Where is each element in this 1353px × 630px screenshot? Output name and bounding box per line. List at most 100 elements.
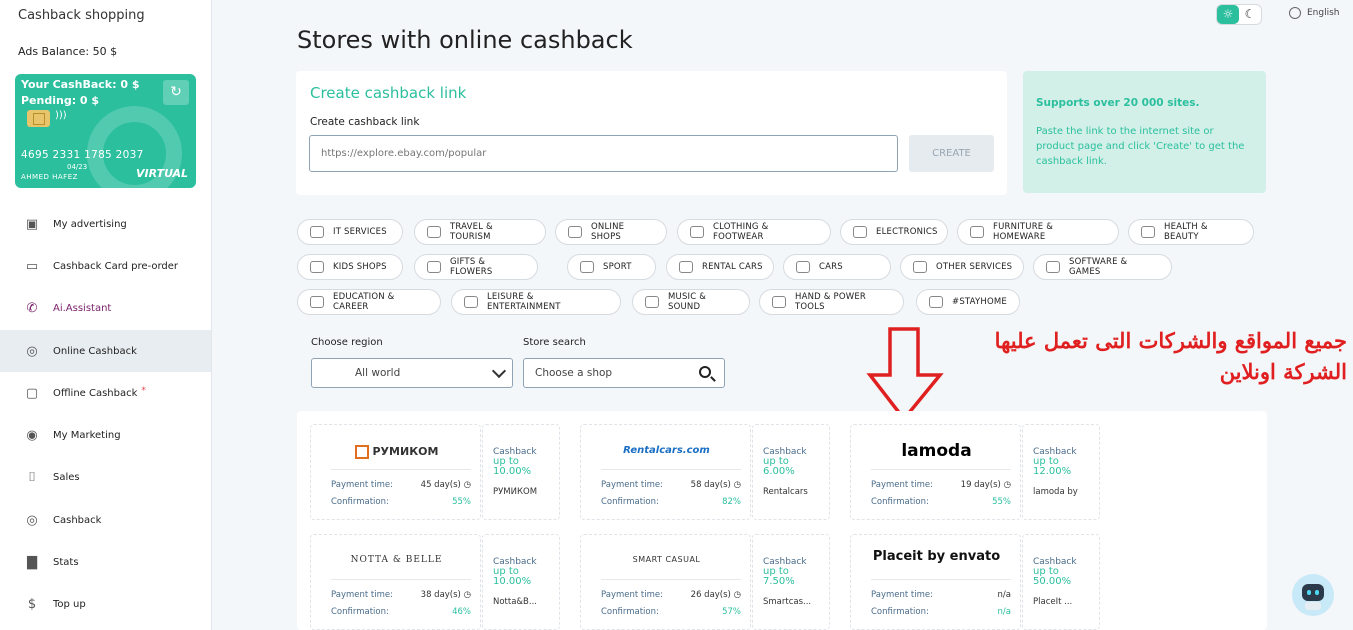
store-name: PlaceIt ... xyxy=(1033,597,1073,607)
category-electronics[interactable]: ELECTRONICS xyxy=(840,219,948,245)
payment-label: Payment time: xyxy=(331,590,393,600)
cashback-percent: 10.00% xyxy=(493,576,532,587)
sidebar-item-sales[interactable]: ⌷ Sales xyxy=(0,457,211,499)
sidebar-item-my-advertising[interactable]: ▣ My advertising xyxy=(0,203,211,245)
confirmation-row: Confirmation: 46% xyxy=(331,607,471,617)
payment-row: Payment time: 38 day(s) ◷ xyxy=(331,590,471,600)
category-label: EDUCATION & CAREER xyxy=(333,292,395,312)
category-software-games[interactable]: SOFTWARE & GAMES xyxy=(1033,254,1172,280)
ads-balance: Ads Balance: 50 $ xyxy=(18,45,118,58)
moon-icon[interactable]: ☾ xyxy=(1239,5,1261,24)
category-clothing[interactable]: CLOTHING & FOOTWEAR xyxy=(677,219,831,245)
sidebar-item-label: Stats xyxy=(53,557,79,569)
category-tools[interactable]: HAND & POWER TOOLS xyxy=(759,289,904,315)
car-icon xyxy=(679,261,693,273)
divider xyxy=(331,579,471,580)
sidebar-nav: ▣ My advertising ▭ Cashback Card pre-ord… xyxy=(0,203,211,626)
store-card[interactable]: NOTTA & BELLE Payment time: 38 day(s) ◷ C… xyxy=(310,534,560,630)
category-health-beauty[interactable]: HEALTH & BEAUTY xyxy=(1128,219,1254,245)
cashback-percent: 12.00% xyxy=(1033,466,1072,477)
store-card[interactable]: Placeit by envato Payment time: n/a Confi… xyxy=(850,534,1100,630)
store-card[interactable]: Rentalcars.com Payment time: 58 day(s) ◷ … xyxy=(580,424,830,520)
category-online-shops[interactable]: ONLINE SHOPS xyxy=(555,219,667,245)
category-rental-cars[interactable]: RENTAL CARS xyxy=(666,254,774,280)
bar-chart-icon: ▇ xyxy=(27,555,37,571)
confirmation-row: Confirmation: 55% xyxy=(871,497,1011,507)
sidebar-item-label: Cashback Card pre-order xyxy=(53,260,179,272)
category-label: KIDS SHOPS xyxy=(333,262,387,272)
payment-label: Payment time: xyxy=(871,480,933,490)
sidebar-item-label: Cashback xyxy=(53,514,102,526)
robot-head xyxy=(1302,584,1324,601)
payment-row: Payment time: 19 day(s) ◷ xyxy=(871,480,1011,490)
confirmation-label: Confirmation: xyxy=(871,497,929,507)
category-label: SPORT xyxy=(603,262,632,272)
support-title: Supports over 20 000 sites. xyxy=(1036,97,1200,109)
sidebar-item-card-preorder[interactable]: ▭ Cashback Card pre-order xyxy=(0,245,211,287)
category-label: LEISURE & ENTERTAINMENT xyxy=(487,292,561,312)
support-text: Paste the link to the internet site or p… xyxy=(1036,126,1245,167)
category-music[interactable]: MUSIC & SOUND xyxy=(632,289,750,315)
phone-icon: ✆ xyxy=(26,301,38,317)
category-furniture[interactable]: FURNITURE & HOMEWARE xyxy=(957,219,1119,245)
sidebar-item-ai-assistant[interactable]: ✆ Ai.Assistant xyxy=(0,288,211,330)
divider xyxy=(601,469,741,470)
category-label: HEALTH & BEAUTY xyxy=(1164,222,1208,242)
category-cars[interactable]: CARS xyxy=(783,254,891,280)
category-travel[interactable]: TRAVEL & TOURISM xyxy=(414,219,546,245)
sidebar-item-label: Sales xyxy=(53,472,80,484)
store-card[interactable]: SMART CASUAL Payment time: 26 day(s) ◷ Co… xyxy=(580,534,830,630)
cashback-percent: 7.50% xyxy=(763,576,795,587)
store-logo: SMART CASUAL xyxy=(632,555,701,564)
sidebar-item-offline-cashback[interactable]: ▢ Offline Cashback * xyxy=(0,372,211,414)
category-label: GIFTS & FLOWERS xyxy=(450,257,493,277)
category-education[interactable]: EDUCATION & CAREER xyxy=(297,289,441,315)
sidebar-item-my-marketing[interactable]: ◉ My Marketing xyxy=(0,414,211,456)
sidebar-item-online-cashback[interactable]: ◎ Online Cashback xyxy=(0,329,211,373)
briefcase-icon xyxy=(310,296,324,308)
music-icon xyxy=(645,296,659,308)
category-leisure[interactable]: LEISURE & ENTERTAINMENT xyxy=(451,289,621,315)
create-button[interactable]: CREATE xyxy=(909,135,994,172)
house-icon xyxy=(970,226,984,238)
store-name: lamoda by xyxy=(1033,487,1078,497)
category-gifts[interactable]: GIFTS & FLOWERS xyxy=(414,254,538,280)
card-type: VIRTUAL xyxy=(136,167,189,180)
category-it-services[interactable]: IT SERVICES xyxy=(297,219,403,245)
category-sport[interactable]: SPORT xyxy=(567,254,656,280)
sidebar-item-top-up[interactable]: $ Top up xyxy=(0,584,211,626)
category-label: CLOTHING & FOOTWEAR xyxy=(713,222,769,242)
sun-icon[interactable]: ☼ xyxy=(1217,5,1239,24)
page-title: Stores with online cashback xyxy=(297,26,633,54)
search-icon[interactable] xyxy=(699,366,711,378)
store-search-input[interactable]: Choose a shop xyxy=(523,358,725,388)
cashback-percent: 6.00% xyxy=(763,466,795,477)
truck-icon xyxy=(796,261,810,273)
sidebar-item-stats[interactable]: ▇ Stats xyxy=(0,541,211,583)
store-card[interactable]: РУМИКОМ Payment time: 45 day(s) ◷ Confirm… xyxy=(310,424,560,520)
sidebar-item-label: Top up xyxy=(53,599,86,611)
category-label: #STAYHOME xyxy=(952,297,1007,307)
payment-time: n/a xyxy=(997,590,1011,600)
dollar-icon: $ xyxy=(27,597,37,613)
card-holder: AHMED HAFEZ xyxy=(21,173,78,181)
category-stayhome[interactable]: #STAYHOME xyxy=(916,289,1020,315)
theme-toggle[interactable]: ☼ ☾ xyxy=(1216,4,1262,25)
create-link-heading: Create cashback link xyxy=(310,84,467,102)
store-card[interactable]: lamoda Payment time: 19 day(s) ◷ Confirma… xyxy=(850,424,1100,520)
category-other-services[interactable]: OTHER SERVICES xyxy=(900,254,1024,280)
confirmation-label: Confirmation: xyxy=(601,607,659,617)
stores-grid: РУМИКОМ Payment time: 45 day(s) ◷ Confirm… xyxy=(297,411,1267,630)
region-select[interactable]: All world xyxy=(311,358,513,388)
refresh-icon[interactable]: ↻ xyxy=(163,80,189,105)
assistant-robot-icon[interactable] xyxy=(1292,574,1334,616)
chip-icon xyxy=(27,110,50,127)
payment-row: Payment time: n/a xyxy=(871,590,1011,600)
region-value: All world xyxy=(355,367,401,379)
language-selector[interactable]: English xyxy=(1289,7,1340,19)
category-kids-shops[interactable]: KIDS SHOPS xyxy=(297,254,403,280)
link-input[interactable] xyxy=(309,135,898,172)
store-cashback: Cashback up to 50.00% PlaceIt ... xyxy=(1022,534,1100,630)
sidebar-item-cashback[interactable]: ◎ Cashback xyxy=(0,499,211,541)
sidebar-item-label: My advertising xyxy=(53,218,127,230)
